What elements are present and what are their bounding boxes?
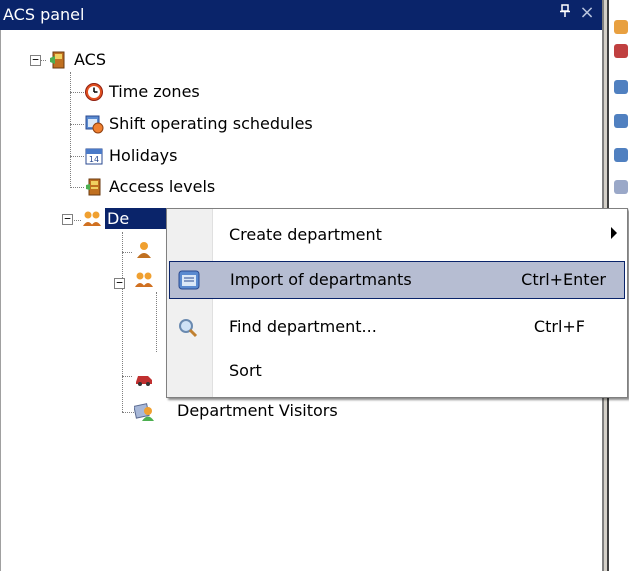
search-icon: [177, 317, 199, 339]
import-icon: [178, 269, 200, 291]
menu-item-import-departments[interactable]: Import of departmants Ctrl+Enter: [169, 261, 625, 299]
tree-item-time-zones[interactable]: Time zones: [107, 81, 202, 102]
access-level-icon: [84, 177, 104, 197]
tree-item-acs[interactable]: ACS: [72, 49, 108, 70]
tree-line: [70, 187, 84, 188]
tree-line: [122, 252, 132, 253]
tree-line: [122, 376, 132, 377]
person-icon: [614, 20, 628, 34]
clock-icon: [84, 82, 104, 102]
menu-item-find-department[interactable]: Find department... Ctrl+F: [167, 309, 627, 347]
menu-item-label: Import of departmants: [230, 270, 412, 289]
expander-departments[interactable]: −: [62, 213, 73, 225]
tree-item-holidays[interactable]: Holidays: [107, 145, 179, 166]
expander-acs[interactable]: −: [30, 54, 41, 66]
tree-line: [156, 292, 157, 352]
menu-item-label: Create department: [229, 225, 382, 244]
submenu-arrow-icon: [611, 227, 617, 239]
menu-item-label: Sort: [229, 361, 262, 380]
menu-item-label: Find department...: [229, 317, 377, 336]
tree-item-access-levels[interactable]: Access levels: [107, 176, 217, 197]
card-icon: [614, 180, 628, 194]
menu-item-create-department[interactable]: Create department: [167, 217, 627, 255]
vehicle-icon: [134, 368, 154, 388]
tree-line: [122, 412, 134, 413]
people-icon: [134, 270, 154, 290]
vehicle-icon: [614, 44, 628, 58]
panel-title: ACS panel: [3, 5, 85, 24]
tree-line: [70, 156, 84, 157]
menu-item-sort[interactable]: Sort: [167, 353, 627, 391]
tree-item-shift-schedules[interactable]: Shift operating schedules: [107, 113, 315, 134]
acs-icon: [48, 50, 68, 70]
person-icon: [614, 114, 628, 128]
expander-subdepartment[interactable]: −: [114, 277, 125, 289]
pin-icon[interactable]: [556, 4, 574, 24]
tree-line: [122, 232, 123, 412]
visitors-icon: [133, 402, 154, 422]
person-icon: [134, 240, 154, 260]
tree-line: [70, 72, 71, 188]
svg-text:14: 14: [89, 155, 99, 164]
menu-item-shortcut: Ctrl+Enter: [521, 270, 606, 289]
person-icon: [614, 148, 628, 162]
panel-left-border: [0, 30, 1, 571]
panel-titlebar: ACS panel ×: [0, 0, 602, 30]
people-icon: [82, 209, 102, 229]
close-icon[interactable]: ×: [578, 3, 596, 23]
person-icon: [614, 80, 628, 94]
menu-item-shortcut: Ctrl+F: [533, 317, 585, 336]
context-menu: Create department Import of departmants …: [166, 208, 628, 398]
schedule-icon: [84, 114, 104, 134]
tree-item-department-visitors[interactable]: Department Visitors: [175, 400, 340, 421]
tree-line: [70, 124, 84, 125]
calendar-icon: 14: [84, 146, 104, 166]
tree-line: [70, 92, 84, 93]
